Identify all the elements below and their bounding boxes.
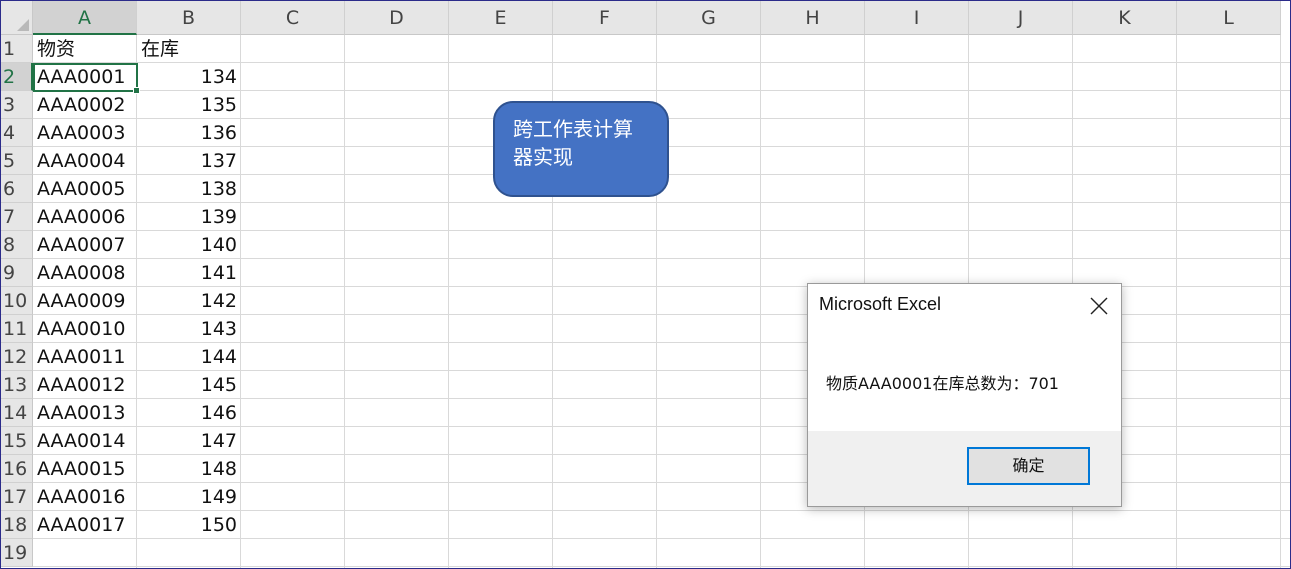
row-header-17[interactable]: 17 <box>1 483 33 511</box>
cell-b17[interactable]: 149 <box>137 483 237 511</box>
cell-b12[interactable]: 144 <box>137 343 237 371</box>
cell-a6[interactable]: AAA0005 <box>37 175 125 203</box>
column-header-a[interactable]: A <box>33 1 137 35</box>
cell-b1[interactable]: 在库 <box>141 35 179 63</box>
row-header-1[interactable]: 1 <box>1 35 33 63</box>
cell-b8[interactable]: 140 <box>137 231 237 259</box>
row-header-11[interactable]: 11 <box>1 315 33 343</box>
cell-b3[interactable]: 135 <box>137 91 237 119</box>
cell-a18[interactable]: AAA0017 <box>37 511 125 539</box>
row-header-5[interactable]: 5 <box>1 147 33 175</box>
cell-b10[interactable]: 142 <box>137 287 237 315</box>
gridline-vertical <box>448 35 449 568</box>
row-header-9[interactable]: 9 <box>1 259 33 287</box>
row-header-13[interactable]: 13 <box>1 371 33 399</box>
column-header-h[interactable]: H <box>761 1 865 35</box>
cell-a10[interactable]: AAA0009 <box>37 287 125 315</box>
row-header-6[interactable]: 6 <box>1 175 33 203</box>
column-header-c[interactable]: C <box>241 1 345 35</box>
cell-a5[interactable]: AAA0004 <box>37 147 125 175</box>
cell-b5[interactable]: 137 <box>137 147 237 175</box>
gridline-horizontal <box>33 566 1290 567</box>
cell-a7[interactable]: AAA0006 <box>37 203 125 231</box>
column-header-e[interactable]: E <box>449 1 553 35</box>
cell-a4[interactable]: AAA0003 <box>37 119 125 147</box>
cell-a12[interactable]: AAA0011 <box>37 343 125 371</box>
row-header-12[interactable]: 12 <box>1 343 33 371</box>
dialog-message: 物质AAA0001在库总数为：701 <box>826 374 1059 393</box>
cell-b6[interactable]: 138 <box>137 175 237 203</box>
cell-a14[interactable]: AAA0013 <box>37 399 125 427</box>
cell-a11[interactable]: AAA0010 <box>37 315 125 343</box>
spreadsheet-grid: ABCDEFGHIJKL 1 2 3 4 5 6 7 8 9 10 11 12 13 14 15 16 17 18… <box>1 1 1290 568</box>
row-header-14[interactable]: 14 <box>1 399 33 427</box>
gridline-vertical <box>344 35 345 568</box>
row-header-2[interactable]: 2 <box>1 63 33 91</box>
row-header-16[interactable]: 16 <box>1 455 33 483</box>
column-header-f[interactable]: F <box>553 1 657 35</box>
column-header-j[interactable]: J <box>969 1 1073 35</box>
cell-b4[interactable]: 136 <box>137 119 237 147</box>
active-cell-border <box>33 63 140 94</box>
cell-b2[interactable]: 134 <box>137 63 237 91</box>
cell-a16[interactable]: AAA0015 <box>37 455 125 483</box>
close-icon <box>1090 297 1108 315</box>
cross-sheet-calculator-button[interactable]: 跨工作表计算 器实现 <box>493 101 669 197</box>
row-header-19[interactable]: 19 <box>1 539 33 567</box>
select-all-corner[interactable] <box>1 1 33 35</box>
column-header-k[interactable]: K <box>1073 1 1177 35</box>
cell-b14[interactable]: 146 <box>137 399 237 427</box>
cell-a1[interactable]: 物资 <box>37 35 75 63</box>
dialog-title: Microsoft Excel <box>819 294 942 314</box>
row-header-18[interactable]: 18 <box>1 511 33 539</box>
cell-b18[interactable]: 150 <box>137 511 237 539</box>
column-header-b[interactable]: B <box>137 1 241 35</box>
ok-button[interactable]: 确定 <box>967 447 1090 485</box>
cell-b7[interactable]: 139 <box>137 203 237 231</box>
row-header-15[interactable]: 15 <box>1 427 33 455</box>
row-header-3[interactable]: 3 <box>1 91 33 119</box>
cell-a13[interactable]: AAA0012 <box>37 371 125 399</box>
cell-b11[interactable]: 143 <box>137 315 237 343</box>
gridline-vertical <box>240 35 241 568</box>
row-header-8[interactable]: 8 <box>1 231 33 259</box>
fill-handle[interactable] <box>133 87 140 94</box>
row-header-7[interactable]: 7 <box>1 203 33 231</box>
gridline-vertical <box>1280 35 1281 568</box>
cell-a15[interactable]: AAA0014 <box>37 427 125 455</box>
cell-a17[interactable]: AAA0016 <box>37 483 125 511</box>
cell-a3[interactable]: AAA0002 <box>37 91 125 119</box>
cell-b16[interactable]: 148 <box>137 455 237 483</box>
shape-button-line2: 器实现 <box>513 145 573 169</box>
column-header-d[interactable]: D <box>345 1 449 35</box>
dialog-footer: 确定 <box>808 431 1121 506</box>
cell-b13[interactable]: 145 <box>137 371 237 399</box>
cell-a9[interactable]: AAA0008 <box>37 259 125 287</box>
cell-b15[interactable]: 147 <box>137 427 237 455</box>
row-header-4[interactable]: 4 <box>1 119 33 147</box>
column-header-g[interactable]: G <box>657 1 761 35</box>
dialog-close-button[interactable] <box>1083 290 1115 322</box>
column-header-l[interactable]: L <box>1177 1 1281 35</box>
shape-button-line1: 跨工作表计算 <box>513 117 633 141</box>
column-header-i[interactable]: I <box>865 1 969 35</box>
gridline-vertical <box>1176 35 1177 568</box>
row-header-10[interactable]: 10 <box>1 287 33 315</box>
cell-b9[interactable]: 141 <box>137 259 237 287</box>
gridline-vertical <box>760 35 761 568</box>
cell-a8[interactable]: AAA0007 <box>37 231 125 259</box>
select-all-triangle-icon <box>17 19 29 31</box>
message-box: Microsoft Excel 物质AAA0001在库总数为：701 确定 <box>807 283 1122 507</box>
